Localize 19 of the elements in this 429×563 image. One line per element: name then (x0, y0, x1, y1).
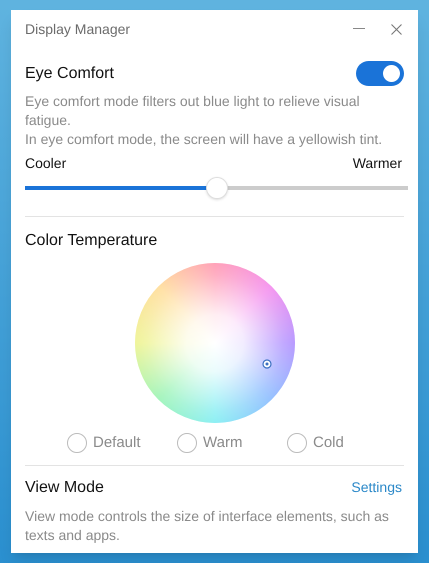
slider-thumb[interactable] (206, 177, 228, 199)
radio-option[interactable]: Default (67, 432, 177, 454)
section-title: View Mode (25, 478, 104, 498)
eye-comfort-toggle[interactable] (356, 61, 404, 86)
color-picker-marker[interactable] (262, 359, 272, 369)
radio-option[interactable]: Warm (177, 432, 287, 454)
warmth-slider[interactable] (25, 177, 408, 199)
description-text: View mode controls the size of interface elements, such as texts and apps. (25, 506, 390, 544)
description-text: In eye comfort mode, the screen will have a yellowish tint. (25, 130, 384, 149)
slider-label: Warmer (352, 154, 402, 173)
settings-link[interactable]: Settings (351, 477, 402, 498)
window-title: Display Manager (25, 20, 130, 39)
minimize-icon[interactable] (353, 28, 365, 30)
radio-option[interactable]: Cold (287, 432, 397, 454)
section-title: Eye Comfort (25, 64, 114, 84)
close-icon[interactable] (391, 24, 402, 34)
description-text: Eye comfort mode filters out blue light to relieve visual fatigue. (25, 92, 361, 130)
slider-label: Cooler (25, 154, 66, 173)
section-title: Color Temperature (25, 231, 158, 251)
